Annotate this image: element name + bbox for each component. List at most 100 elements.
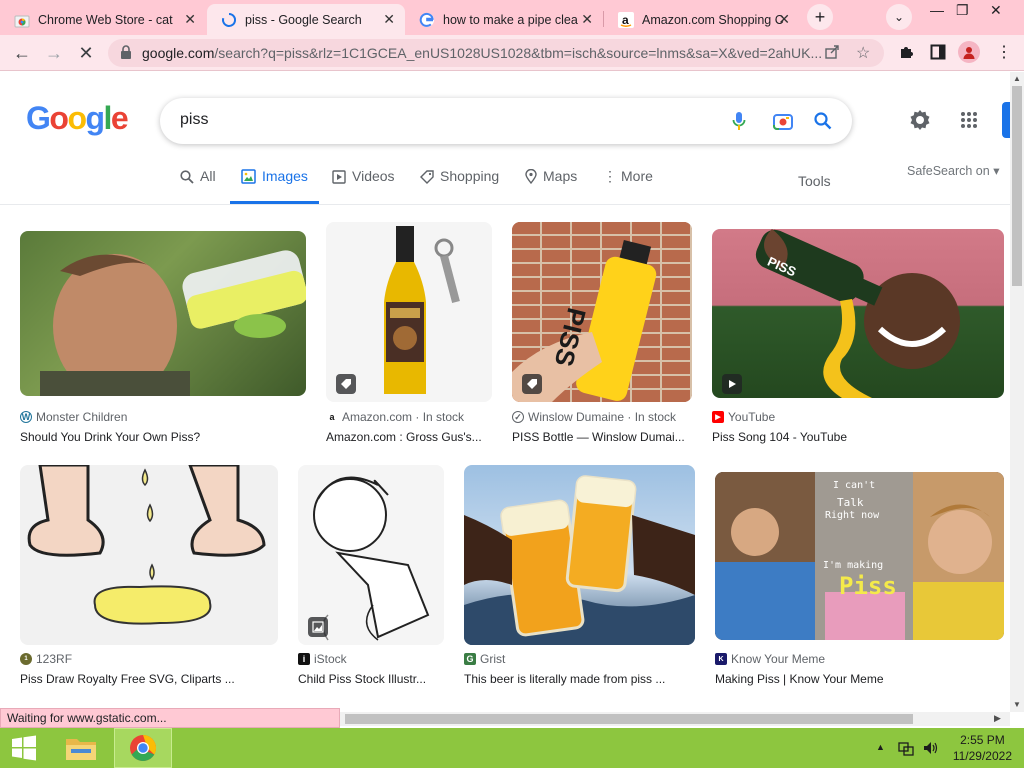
- sign-in-button[interactable]: [1002, 102, 1010, 138]
- result-thumbnail[interactable]: [298, 465, 444, 645]
- start-button[interactable]: [0, 728, 48, 768]
- back-button[interactable]: ←: [10, 41, 34, 65]
- share-icon[interactable]: [824, 44, 840, 65]
- chrome-taskbar-button[interactable]: [114, 728, 172, 768]
- tab-amazon[interactable]: a Amazon.com Shopping C ✕: [604, 4, 800, 35]
- result-caption[interactable]: Piss Song 104 - YouTube: [712, 430, 1004, 444]
- side-panel-icon[interactable]: [930, 44, 946, 65]
- result-source[interactable]: G Grist: [464, 652, 505, 666]
- result-thumbnail[interactable]: [326, 222, 492, 402]
- tab-strip: Chrome Web Store - cat ✕ piss - Google S…: [0, 0, 1024, 35]
- header-divider: [0, 204, 1010, 205]
- tab-shopping[interactable]: Shopping: [420, 168, 499, 204]
- minimize-icon[interactable]: —: [930, 2, 944, 18]
- chrome-icon: [130, 735, 157, 762]
- close-tab-icon[interactable]: ✕: [778, 11, 790, 28]
- clock-time: 2:55 PM: [960, 733, 1005, 747]
- map-pin-icon: [525, 168, 537, 185]
- search-input[interactable]: piss: [180, 111, 208, 129]
- apps-grid-icon[interactable]: [960, 111, 978, 134]
- result-source[interactable]: K Know Your Meme: [715, 652, 825, 666]
- google-logo[interactable]: Google: [26, 100, 129, 137]
- search-icon[interactable]: [812, 110, 834, 132]
- star-icon[interactable]: ☆: [856, 43, 870, 63]
- scroll-down-icon[interactable]: ▼: [1013, 700, 1021, 709]
- new-tab-button[interactable]: +: [807, 4, 833, 30]
- show-hidden-icons-icon[interactable]: ▲: [876, 742, 885, 752]
- youtube-icon: ▶: [712, 411, 724, 423]
- amazon-icon: a: [329, 412, 335, 422]
- file-explorer-button[interactable]: [56, 728, 106, 768]
- vertical-scrollbar[interactable]: ▲ ▼: [1010, 72, 1024, 712]
- result-thumbnail[interactable]: PISS: [712, 229, 1004, 398]
- close-tab-icon[interactable]: ✕: [383, 11, 395, 28]
- tab-videos[interactable]: Videos: [332, 168, 395, 204]
- result-thumbnail[interactable]: I can't Talk Right now I'm making Piss: [715, 472, 1004, 640]
- profile-avatar[interactable]: [958, 41, 980, 63]
- winslow-icon: ✓: [512, 411, 524, 423]
- result-caption[interactable]: Amazon.com : Gross Gus's...: [326, 430, 492, 444]
- tab-images[interactable]: Images: [230, 168, 319, 204]
- search-icon: [180, 168, 194, 185]
- scroll-thumb[interactable]: [345, 714, 913, 724]
- image-icon: [241, 168, 256, 185]
- tab-pipe-cleaner[interactable]: how to make a pipe clea ✕: [405, 4, 603, 35]
- close-tab-icon[interactable]: ✕: [581, 11, 593, 28]
- lock-icon[interactable]: [120, 45, 132, 64]
- scroll-right-icon[interactable]: ▶: [994, 713, 1001, 724]
- meme-caption: I can't: [833, 480, 876, 491]
- windows-taskbar: ▲ 2:55 PM 11/29/2022: [0, 728, 1024, 768]
- browser-toolbar: ← → ✕ google.com/search?q=piss&rlz=1C1GC…: [0, 35, 1024, 71]
- scroll-thumb[interactable]: [1012, 86, 1022, 286]
- result-thumbnail[interactable]: [20, 465, 278, 645]
- result-thumbnail[interactable]: [464, 465, 695, 645]
- system-clock[interactable]: 2:55 PM 11/29/2022: [953, 732, 1012, 764]
- result-source[interactable]: ▶ YouTube: [712, 410, 775, 424]
- video-icon: [332, 168, 346, 185]
- result-caption[interactable]: Child Piss Stock Illustr...: [298, 672, 444, 686]
- tab-more[interactable]: ⋮ More: [603, 168, 653, 204]
- result-source[interactable]: a Amazon.com · In stock: [326, 410, 464, 424]
- result-caption[interactable]: PISS Bottle — Winslow Dumai...: [512, 430, 692, 444]
- close-window-icon[interactable]: ✕: [990, 2, 1002, 19]
- search-box[interactable]: piss: [160, 98, 852, 144]
- network-icon[interactable]: [898, 740, 914, 761]
- forward-button[interactable]: →: [42, 41, 66, 65]
- result-caption[interactable]: Should You Drink Your Own Piss?: [20, 430, 306, 444]
- settings-gear-icon[interactable]: [908, 108, 932, 137]
- microphone-icon[interactable]: [728, 110, 750, 132]
- tab-title: Amazon.com Shopping C: [642, 12, 784, 27]
- wordpress-icon: W: [20, 411, 32, 423]
- result-thumbnail[interactable]: PISS: [512, 222, 692, 402]
- result-thumbnail[interactable]: [20, 231, 306, 396]
- result-caption[interactable]: Piss Draw Royalty Free SVG, Cliparts ...: [20, 672, 278, 686]
- result-source[interactable]: 1 123RF: [20, 652, 72, 666]
- tab-google-search[interactable]: piss - Google Search ✕: [207, 4, 405, 35]
- address-bar[interactable]: google.com/search?q=piss&rlz=1C1GCEA_enU…: [108, 39, 884, 67]
- volume-icon[interactable]: [922, 740, 938, 761]
- safesearch-toggle[interactable]: SafeSearch on ▾: [907, 163, 999, 178]
- tab-title: how to make a pipe clea: [443, 12, 578, 27]
- product-tag-icon: [522, 374, 542, 394]
- close-icon: ✕: [78, 42, 94, 63]
- image-icon: [308, 617, 328, 637]
- result-source[interactable]: i iStock: [298, 652, 347, 666]
- result-caption[interactable]: This beer is literally made from piss ..…: [464, 672, 695, 686]
- stop-loading-button[interactable]: ✕: [74, 41, 98, 65]
- tab-all[interactable]: All: [180, 168, 216, 204]
- more-vert-icon[interactable]: ⋮: [996, 42, 1012, 62]
- url-text[interactable]: google.com/search?q=piss&rlz=1C1GCEA_enU…: [142, 45, 822, 61]
- tab-search-button[interactable]: ⌄: [886, 4, 912, 30]
- tab-maps[interactable]: Maps: [525, 168, 577, 204]
- camera-lens-icon[interactable]: [772, 110, 794, 132]
- tab-chrome-web-store[interactable]: Chrome Web Store - cat ✕: [0, 4, 206, 35]
- meme-caption: I'm making: [823, 560, 884, 571]
- extensions-puzzle-icon[interactable]: [898, 44, 914, 65]
- result-source[interactable]: ✓ Winslow Dumaine · In stock: [512, 410, 676, 424]
- scroll-up-icon[interactable]: ▲: [1013, 74, 1021, 83]
- close-tab-icon[interactable]: ✕: [184, 11, 196, 28]
- restore-icon[interactable]: ❐: [956, 2, 969, 19]
- result-source[interactable]: W Monster Children: [20, 410, 127, 424]
- result-caption[interactable]: Making Piss | Know Your Meme: [715, 672, 1004, 686]
- meme-caption: Right now: [825, 510, 880, 521]
